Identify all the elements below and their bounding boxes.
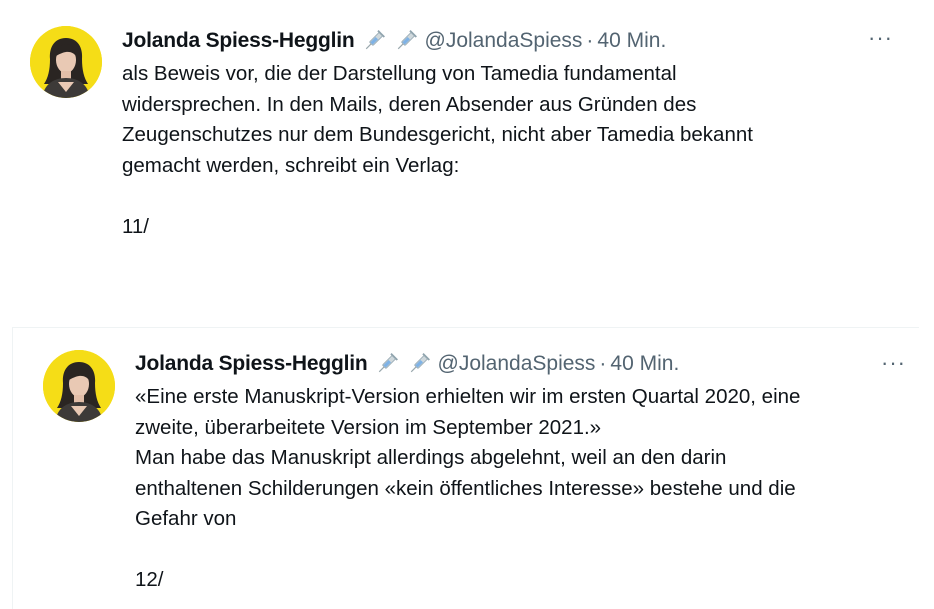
author-name[interactable]: Jolanda Spiess-Hegglin [135, 350, 368, 378]
tweet-header: Jolanda Spiess-Hegglin @JolandaSpiess · … [122, 27, 666, 55]
tweet-text-line: widersprechen. In den Mails, deren Absen… [122, 92, 697, 116]
thread-counter: 11/ [122, 214, 149, 238]
tweet-text-line: Zeugenschutzes nur dem Bundesgericht, ni… [122, 123, 753, 146]
timestamp[interactable]: 40 Min. [597, 27, 666, 55]
syringe-icon [378, 353, 398, 373]
separator-dot: · [599, 352, 607, 375]
tweet-text-line: gemacht werden, schreibt ein Verlag: [122, 153, 460, 177]
syringe-icon [397, 30, 417, 50]
tweet-text: als Beweis vor, die der Darstellung von … [122, 59, 753, 242]
syringe-icon [410, 353, 430, 373]
separator-dot: · [586, 29, 594, 52]
avatar-portrait-icon [30, 26, 102, 98]
tweet-text-line: als Beweis vor, die der Darstellung von … [122, 62, 677, 85]
tweet-text-line: zweite, überarbeitete Version im Septemb… [135, 415, 602, 439]
author-handle[interactable]: @JolandaSpiess [425, 27, 583, 55]
author-handle[interactable]: @JolandaSpiess [438, 350, 596, 378]
tweet-text: «Eine erste Manuskript-Version erhielten… [135, 382, 800, 596]
tweet-12[interactable]: Jolanda Spiess-Hegglin @JolandaSpiess · … [12, 327, 919, 609]
tweet-text-line: enthaltenen Schilderungen «kein öffentli… [135, 476, 796, 500]
tweet-text-line: Man habe das Manuskript allerdings abgel… [135, 446, 727, 469]
tweet-text-line: «Eine erste Manuskript-Version erhielten… [135, 385, 801, 408]
avatar-portrait-icon [43, 350, 115, 422]
more-options-icon[interactable]: ··· [881, 352, 906, 374]
avatar[interactable] [43, 350, 115, 422]
syringe-icon [365, 30, 385, 50]
thread-counter: 12/ [135, 568, 164, 591]
tweet-text-line: Gefahr von [135, 507, 237, 530]
avatar[interactable] [30, 26, 102, 98]
more-options-icon[interactable]: ··· [868, 27, 893, 49]
tweet-header: Jolanda Spiess-Hegglin @JolandaSpiess · … [135, 350, 679, 378]
author-name[interactable]: Jolanda Spiess-Hegglin [122, 27, 355, 55]
timestamp[interactable]: 40 Min. [610, 350, 679, 378]
tweet-11[interactable]: Jolanda Spiess-Hegglin @JolandaSpiess · … [0, 0, 934, 320]
